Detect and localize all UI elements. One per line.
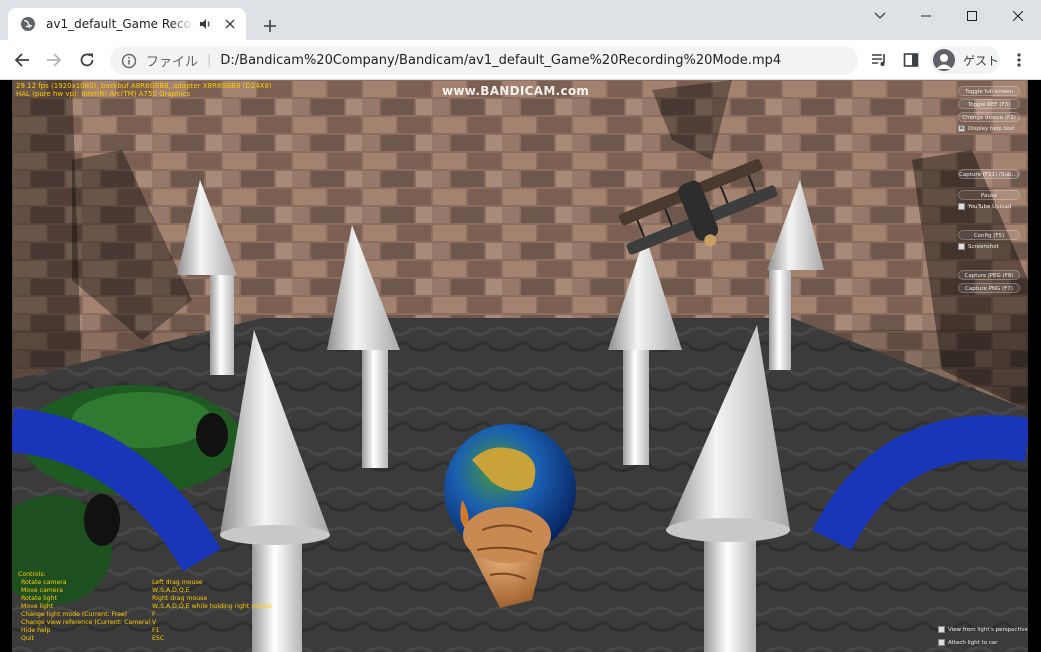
controls-row: Change light mode (Current: Free) F: [18, 611, 318, 619]
tab-strip: av1_default_Game Recording Mode.mp4: [0, 0, 1041, 40]
screenshot-label: Screenshot: [968, 243, 999, 250]
back-arrow-icon[interactable]: [6, 44, 38, 76]
control-action: Change light mode (Current: Free): [21, 611, 128, 618]
globe-icon: [20, 16, 36, 32]
forward-arrow-icon[interactable]: [38, 44, 70, 76]
more-menu-icon[interactable]: [1007, 48, 1031, 72]
omnibox-divider: |: [207, 53, 212, 68]
device-stats: HAL (pure hw vp): Intel(R) Arc(TM) A750 …: [16, 90, 191, 98]
tab-title: av1_default_Game Recording Mode.mp4: [46, 17, 193, 31]
browser-window: av1_default_Game Recording Mode.mp4: [0, 0, 1041, 652]
fps-stats: 29.12 fps (1920x1080), backbuf A8R8G8B8,…: [16, 82, 272, 90]
minimize-icon[interactable]: [903, 0, 949, 32]
capture-f11-button[interactable]: Capture (F11) (Sub...): [958, 169, 1020, 179]
controls-row: Change view reference (Current: Camera) V: [18, 619, 318, 627]
attach-light-label: Attach light to car: [948, 639, 998, 646]
profile-button[interactable]: ゲスト: [930, 46, 1000, 74]
view-from-light-label: View from light's perspective: [948, 626, 1028, 633]
controls-row: Move camera W,S,A,D,Q,E: [18, 587, 318, 595]
controls-row: Move light W,S,A,D,Q,E while holding righ…: [18, 603, 318, 611]
youtube-upload-checkbox[interactable]: YouTube Upload: [958, 203, 1011, 210]
side-panel-icon[interactable]: [899, 48, 923, 72]
controls-row: Rotate light Right drag mouse: [18, 595, 318, 603]
controls-row: Rotate camera Left drag mouse: [18, 579, 318, 587]
toggle-full-screen-button[interactable]: Toggle full screen: [958, 86, 1020, 96]
control-action: Rotate light: [21, 595, 57, 602]
info-icon[interactable]: [120, 52, 138, 70]
checkbox-unchecked-icon: [958, 243, 965, 250]
profile-label: ゲスト: [963, 53, 1000, 68]
video-frame[interactable]: 29.12 fps (1920x1080), backbuf A8R8G8B8,…: [12, 80, 1028, 652]
url-text[interactable]: D:/Bandicam%20Company/Bandicam/av1_defau…: [220, 53, 781, 68]
capture-jpeg-button[interactable]: Capture JPEG (F8): [958, 270, 1020, 280]
controls-row: Quit ESC: [18, 635, 318, 643]
controls-help: Controls: Rotate camera Left drag mouse M…: [18, 571, 318, 643]
controls-title: Controls:: [18, 571, 46, 578]
youtube-upload-label: YouTube Upload: [968, 203, 1012, 210]
toolbar: ファイル | D:/Bandicam%20Company/Bandicam/av…: [0, 40, 1041, 80]
checkbox-unchecked-icon: [938, 626, 945, 633]
screenshot-checkbox[interactable]: Screenshot: [958, 243, 999, 250]
game-scene-illustration: [12, 80, 1028, 652]
guest-avatar-icon: [933, 49, 955, 71]
speaker-icon[interactable]: [197, 16, 213, 32]
video-viewport[interactable]: 29.12 fps (1920x1080), backbuf A8R8G8B8,…: [0, 80, 1041, 652]
view-from-light-checkbox[interactable]: View from light's perspective: [938, 626, 1028, 633]
control-key: V: [152, 619, 157, 626]
control-action: Rotate camera: [21, 579, 67, 586]
control-key: Right drag mouse: [152, 595, 208, 602]
address-bar[interactable]: ファイル | D:/Bandicam%20Company/Bandicam/av…: [110, 46, 858, 75]
config-button[interactable]: Config (F5): [958, 230, 1020, 240]
change-device-button[interactable]: Change device (F2): [958, 112, 1020, 122]
reload-icon[interactable]: [71, 44, 103, 76]
new-tab-button[interactable]: [258, 14, 282, 38]
display-help-label: Display help text: [968, 125, 1015, 132]
checkbox-unchecked-icon: [938, 639, 945, 646]
control-key: ESC: [152, 635, 165, 642]
chevron-down-icon[interactable]: [857, 0, 903, 32]
media-control-icon[interactable]: [868, 48, 892, 72]
controls-row: Hide help F1: [18, 627, 318, 635]
control-action: Hide help: [21, 627, 51, 634]
control-key: F1: [152, 627, 160, 634]
control-action: Quit: [21, 635, 34, 642]
maximize-icon[interactable]: [949, 0, 995, 32]
attach-light-checkbox[interactable]: Attach light to car: [938, 639, 997, 646]
tab-close-icon[interactable]: [222, 16, 238, 32]
control-key: F: [152, 611, 156, 618]
control-key: W,S,A,D,Q,E: [152, 587, 190, 594]
checkbox-checked-icon: ✕: [958, 125, 965, 132]
bandicam-watermark: www.BANDICAM.com: [442, 84, 590, 98]
checkbox-unchecked-icon: [958, 203, 965, 210]
control-key: W,S,A,D,Q,E while holding right mouse: [152, 603, 272, 610]
control-action: Move light: [21, 603, 54, 610]
control-action: Change view reference (Current: Camera): [21, 619, 151, 626]
display-help-checkbox[interactable]: ✕ Display help text: [958, 125, 1015, 132]
capture-png-button[interactable]: Capture PNG (F7): [958, 283, 1020, 293]
tab-active[interactable]: av1_default_Game Recording Mode.mp4: [8, 8, 246, 40]
control-action: Move camera: [21, 587, 63, 594]
scheme-label: ファイル: [146, 55, 199, 70]
close-icon[interactable]: [995, 0, 1041, 32]
control-key: Left drag mouse: [152, 579, 203, 586]
toggle-ref-button[interactable]: Toggle REF (F3): [958, 99, 1020, 109]
pause-button[interactable]: Pause: [958, 190, 1020, 200]
